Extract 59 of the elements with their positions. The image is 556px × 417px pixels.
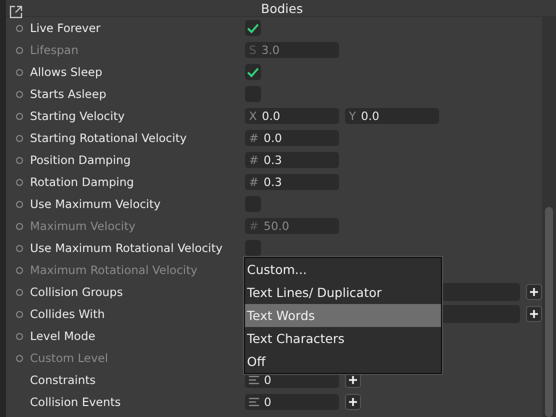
plus-icon: [529, 309, 539, 319]
keyframe-dot[interactable]: [16, 134, 22, 142]
keyframe-dot[interactable]: [16, 288, 22, 296]
property-label: Position Damping: [30, 153, 132, 167]
popout-icon[interactable]: [9, 5, 23, 19]
checkbox[interactable]: [245, 20, 261, 36]
keyframe-dot[interactable]: [16, 90, 22, 98]
add-button[interactable]: [345, 394, 361, 410]
menu-item[interactable]: Custom...: [245, 258, 441, 281]
count-field[interactable]: 0: [245, 394, 339, 410]
property-label: Starting Velocity: [30, 109, 126, 123]
menu-item[interactable]: Text Characters: [245, 327, 441, 350]
keyframe-dot[interactable]: [16, 24, 22, 32]
number-field[interactable]: # 0.3: [245, 174, 339, 190]
scrollbar[interactable]: [542, 17, 556, 417]
menu-item[interactable]: Off: [245, 350, 441, 373]
plus-icon: [348, 397, 358, 407]
property-label: Maximum Rotational Velocity: [30, 263, 198, 277]
list-icon: [249, 375, 259, 385]
keyframe-dot[interactable]: [16, 310, 22, 318]
checkbox[interactable]: [245, 64, 261, 80]
property-label: Lifespan: [30, 43, 80, 57]
list-icon: [249, 397, 259, 407]
keyframe-dot[interactable]: [16, 200, 22, 208]
number-field[interactable]: Y 0.0: [345, 108, 439, 124]
plus-icon: [348, 375, 358, 385]
checkmark-icon: [246, 21, 260, 35]
property-label: Rotation Damping: [30, 175, 135, 189]
keyframe-dot[interactable]: [16, 156, 22, 164]
property-label: Collision Groups: [30, 285, 124, 299]
property-label: Use Maximum Rotational Velocity: [30, 241, 224, 255]
property-label: Starts Asleep: [30, 87, 108, 101]
property-label: Collision Events: [30, 395, 122, 409]
property-label: Maximum Velocity: [30, 219, 136, 233]
plus-icon: [529, 287, 539, 297]
property-label: Allows Sleep: [30, 65, 104, 79]
keyframe-dot[interactable]: [16, 244, 22, 252]
add-button[interactable]: [526, 284, 542, 300]
property-label: Collides With: [30, 307, 106, 321]
keyframe-dot[interactable]: [16, 68, 22, 76]
keyframe-dot[interactable]: [16, 332, 22, 340]
scrollbar-thumb[interactable]: [545, 207, 553, 417]
menu-item[interactable]: Text Lines/ Duplicator: [245, 281, 441, 304]
keyframe-dot[interactable]: [16, 112, 22, 120]
property-label: Custom Level: [30, 351, 110, 365]
add-button[interactable]: [526, 306, 542, 322]
property-label: Level Mode: [30, 329, 96, 343]
number-field[interactable]: # 0.3: [245, 152, 339, 168]
property-label: Live Forever: [30, 21, 102, 35]
keyframe-dot[interactable]: [16, 178, 22, 186]
panel-title: Bodies: [261, 0, 303, 16]
property-label: Constraints: [30, 373, 97, 387]
menu-item[interactable]: Text Words: [245, 304, 441, 327]
checkbox[interactable]: [245, 240, 261, 256]
number-field[interactable]: # 0.0: [245, 130, 339, 146]
property-label: Starting Rotational Velocity: [30, 131, 188, 145]
number-field[interactable]: X 0.0: [245, 108, 339, 124]
property-label: Use Maximum Velocity: [30, 197, 162, 211]
checkmark-icon: [246, 65, 260, 79]
